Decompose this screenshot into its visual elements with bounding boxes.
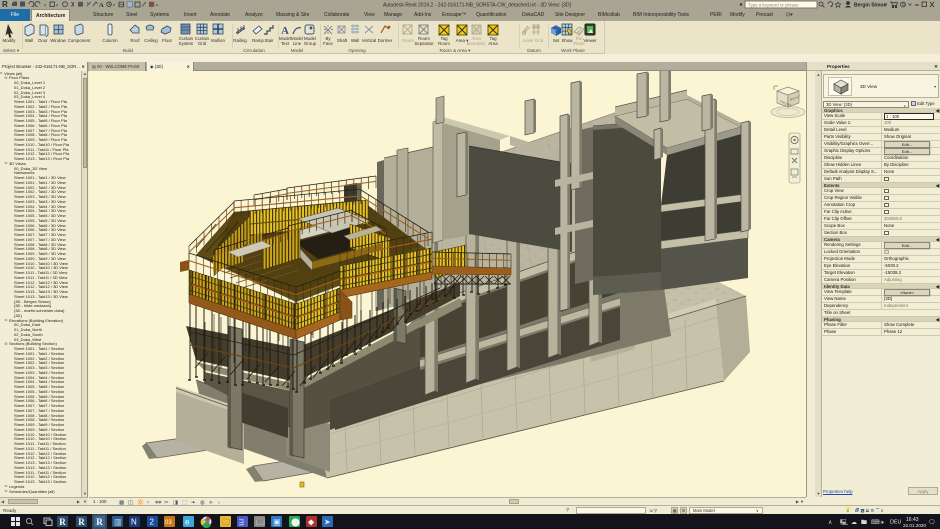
svg-text:System: System [179,41,194,46]
svg-text:Circulation: Circulation [243,48,265,53]
svg-text:▾: ▾ [56,3,58,8]
svg-text:Boundary: Boundary [467,41,487,46]
svg-text:Column: Column [102,38,118,43]
svg-text:◆: ◆ [308,518,315,527]
svg-text:Room: Room [438,41,450,46]
svg-text:Text: Text [281,41,290,46]
svg-text:Room: Room [402,38,414,43]
svg-text:Datum: Datum [527,48,541,53]
svg-text:Railing: Railing [233,38,247,43]
svg-text:Set: Set [553,38,560,43]
svg-text:Component: Component [68,38,91,43]
svg-text:Mullion: Mullion [211,38,225,43]
svg-text:🕩: 🕩 [880,520,884,526]
svg-text:Show: Show [562,38,574,43]
svg-text:DEU: DEU [890,520,901,526]
svg-text:Vertical: Vertical [362,38,376,43]
svg-text:▾: ▾ [113,3,115,8]
svg-text:A: A [99,2,104,9]
svg-text:🖳: 🖳 [840,518,848,526]
svg-text:🗀: 🗀 [222,518,230,527]
svg-text:Modify: Modify [3,38,17,43]
svg-text:Area: Area [488,41,498,46]
svg-text:Opening: Opening [348,48,366,53]
svg-text:N: N [131,518,137,527]
svg-text:Autodesk Revit 2019.2 - 242-01: Autodesk Revit 2019.2 - 242-016171-NB_SO… [383,3,572,9]
svg-text:Select ▾: Select ▾ [3,48,20,53]
svg-text:∧: ∧ [828,520,832,526]
svg-text:Shaft: Shaft [337,38,348,43]
svg-text:🖿: 🖿 [861,519,867,526]
svg-text:▾: ▾ [44,3,46,8]
svg-text:▣: ▣ [273,518,281,527]
svg-text:R: R [59,517,66,527]
svg-text:Viewer: Viewer [583,38,597,43]
svg-text:Roof: Roof [130,38,140,43]
svg-text:Level: Level [523,38,534,43]
svg-text:⌨: ⌨ [871,519,880,526]
svg-text:Ramp: Ramp [252,38,264,43]
svg-text:R: R [78,517,85,527]
svg-text:ᴟ: ᴟ [239,518,244,527]
svg-text:➤: ➤ [324,518,331,527]
svg-text:Model: Model [291,48,304,53]
svg-text:Group: Group [304,41,317,46]
svg-text:22.01.2020: 22.01.2020 [903,523,926,528]
svg-text:▾: ▾ [156,3,158,8]
svg-text:2: 2 [150,518,155,527]
svg-text:Line: Line [293,41,302,46]
svg-text:🗨: 🗨 [928,519,936,526]
svg-text:Ceiling: Ceiling [144,38,158,43]
svg-text:Door: Door [38,38,48,43]
svg-text:03: 03 [165,520,172,526]
svg-text:Wall: Wall [351,38,359,43]
svg-text:Wall: Wall [25,38,33,43]
svg-text:Work Plane: Work Plane [561,48,585,53]
svg-text:Grid: Grid [535,38,544,43]
svg-text:▥: ▥ [114,518,122,527]
svg-text:Room & Area ▾: Room & Area ▾ [440,48,472,53]
svg-text:Floor: Floor [162,38,173,43]
svg-text:Build: Build [123,48,134,53]
svg-text:Face: Face [323,41,333,46]
svg-text:Stair: Stair [264,38,274,43]
svg-text:Bergin Simon: Bergin Simon [854,3,887,9]
svg-text:R: R [96,517,103,527]
svg-text:⬤: ⬤ [291,518,300,527]
svg-text:🗔: 🗔 [256,518,265,527]
svg-text:Window: Window [50,38,66,43]
svg-text:Grid: Grid [198,41,207,46]
svg-text:Separator: Separator [414,41,434,46]
svg-text:e: e [185,518,190,527]
svg-text:Type a keyword or phrase: Type a keyword or phrase [748,2,799,7]
svg-text:Dormer: Dormer [378,38,393,43]
svg-text:R: R [2,0,8,9]
svg-text:☁: ☁ [851,520,857,526]
